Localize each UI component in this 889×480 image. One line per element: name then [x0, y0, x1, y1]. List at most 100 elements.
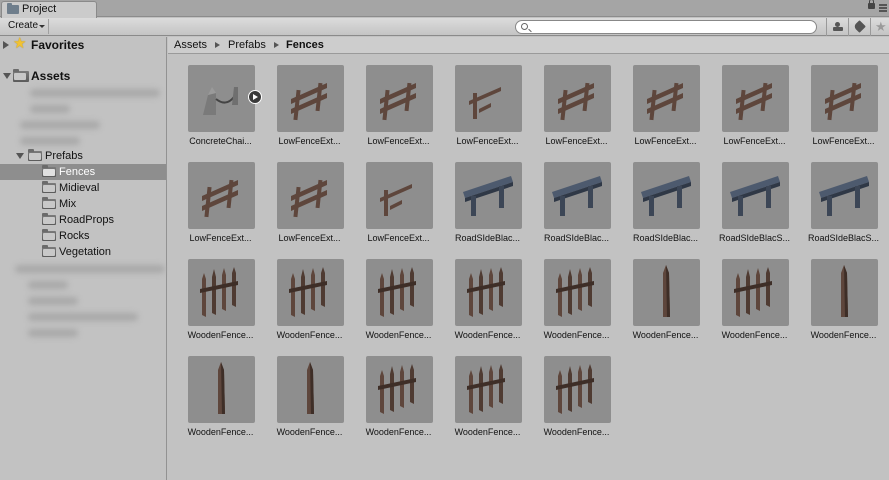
- asset-item[interactable]: LowFenceExt...: [524, 55, 613, 152]
- folder-icon: [42, 245, 56, 257]
- guardrail-icon: [819, 176, 869, 216]
- asset-item[interactable]: RoadSIdeBlac...: [524, 152, 613, 249]
- low-fence-icon: [558, 82, 594, 121]
- folder-icon: [42, 229, 56, 241]
- collapse-arrow-icon[interactable]: [3, 73, 11, 79]
- asset-thumbnail: [633, 162, 700, 229]
- asset-item[interactable]: RoadSIdeBlac...: [613, 152, 702, 249]
- tree-item-prefabs[interactable]: Prefabs: [0, 148, 166, 164]
- menu-icon[interactable]: [879, 4, 887, 12]
- tree-item-rocks[interactable]: Rocks: [0, 228, 166, 244]
- search-input[interactable]: [532, 21, 812, 33]
- obscured-folder: [28, 281, 68, 289]
- asset-item[interactable]: LowFenceExt...: [346, 152, 435, 249]
- tree-item-vegetation[interactable]: Vegetation: [0, 244, 166, 260]
- asset-item[interactable]: LowFenceExt...: [702, 55, 791, 152]
- chevron-down-icon: [39, 25, 45, 28]
- tree-item-roadprops[interactable]: RoadProps: [0, 212, 166, 228]
- breadcrumb-assets[interactable]: Assets: [174, 37, 207, 53]
- breadcrumb-separator-icon: [215, 42, 220, 48]
- asset-item[interactable]: WoodenFence...: [524, 346, 613, 443]
- collapse-arrow-icon[interactable]: [16, 153, 24, 159]
- folder-icon: [42, 213, 56, 225]
- asset-item[interactable]: WoodenFence...: [346, 346, 435, 443]
- asset-thumbnail: [544, 65, 611, 132]
- asset-thumbnail: [188, 162, 255, 229]
- lock-icon[interactable]: [868, 0, 875, 9]
- asset-item[interactable]: WoodenFence...: [435, 346, 524, 443]
- asset-thumbnail: [188, 356, 255, 423]
- asset-item[interactable]: WoodenFence...: [613, 249, 702, 346]
- asset-thumbnail: [366, 259, 433, 326]
- folder-icon: [13, 69, 29, 82]
- asset-grid: ConcreteChai... LowFenceExt... LowFenceExt…: [168, 55, 889, 480]
- search-field[interactable]: [515, 20, 817, 34]
- create-label: Create: [8, 20, 39, 31]
- tree-item-mix[interactable]: Mix: [0, 196, 166, 212]
- project-window: Project Create ★ ★ Favorites Assets Pref…: [0, 0, 889, 480]
- asset-item[interactable]: WoodenFence...: [524, 249, 613, 346]
- tag-icon: [853, 20, 866, 33]
- asset-thumbnail: [455, 162, 522, 229]
- folder-icon: [42, 197, 56, 209]
- create-button[interactable]: Create: [3, 19, 49, 34]
- tab-project[interactable]: Project: [1, 1, 97, 18]
- save-search-button[interactable]: ★: [870, 18, 889, 36]
- asset-item[interactable]: RoadSIdeBlac...: [435, 152, 524, 249]
- asset-item[interactable]: WoodenFence...: [346, 249, 435, 346]
- asset-thumbnail: [811, 65, 878, 132]
- asset-thumbnail: [544, 162, 611, 229]
- asset-item[interactable]: WoodenFence...: [435, 249, 524, 346]
- asset-item[interactable]: LowFenceExt...: [613, 55, 702, 152]
- asset-thumbnail: [188, 65, 255, 132]
- asset-item[interactable]: ConcreteChai...: [168, 55, 262, 152]
- asset-item[interactable]: LowFenceExt...: [435, 55, 524, 152]
- asset-thumbnail: [722, 162, 789, 229]
- breadcrumb-prefabs[interactable]: Prefabs: [228, 37, 266, 53]
- wooden-fence-icon: [556, 364, 594, 414]
- asset-item[interactable]: WoodenFence...: [702, 249, 791, 346]
- asset-item[interactable]: LowFenceExt...: [257, 55, 346, 152]
- wooden-fence-icon: [289, 267, 327, 317]
- low-fence-icon: [291, 82, 327, 121]
- tab-title: Project: [22, 3, 57, 15]
- tree-item-midieval[interactable]: Midieval: [0, 180, 166, 196]
- asset-item[interactable]: RoadSIdeBlacS...: [791, 152, 880, 249]
- asset-thumbnail: [277, 162, 344, 229]
- asset-thumbnail: [544, 356, 611, 423]
- asset-thumbnail: [633, 65, 700, 132]
- tree-item-label: Mix: [59, 198, 77, 210]
- expand-arrow-icon[interactable]: [3, 41, 9, 49]
- asset-thumbnail: [277, 259, 344, 326]
- asset-item[interactable]: WoodenFence...: [168, 249, 257, 346]
- asset-item[interactable]: RoadSIdeBlacS...: [702, 152, 791, 249]
- obscured-folder: [30, 89, 160, 97]
- tree-item-favorites[interactable]: ★ Favorites: [0, 36, 166, 53]
- asset-item[interactable]: LowFenceExt...: [791, 55, 880, 152]
- asset-item[interactable]: WoodenFence...: [257, 249, 346, 346]
- asset-item[interactable]: WoodenFence...: [791, 249, 880, 346]
- guardrail-icon: [552, 176, 602, 216]
- tree-item-label: Rocks: [59, 230, 90, 242]
- tab-strip: Project: [0, 0, 889, 18]
- wooden-post-icon: [218, 362, 225, 414]
- obscured-folder: [28, 329, 78, 337]
- asset-item[interactable]: WoodenFence...: [168, 346, 257, 443]
- asset-item[interactable]: WoodenFence...: [257, 346, 346, 443]
- guardrail-icon: [463, 176, 513, 216]
- search-by-label-button[interactable]: [848, 18, 870, 36]
- asset-item[interactable]: LowFenceExt...: [346, 55, 435, 152]
- asset-thumbnail: [633, 259, 700, 326]
- breadcrumb-fences[interactable]: Fences: [286, 37, 324, 53]
- asset-item[interactable]: LowFenceExt...: [168, 152, 257, 249]
- asset-item[interactable]: LowFenceExt...: [257, 152, 346, 249]
- asset-thumbnail: [455, 356, 522, 423]
- folder-icon: [42, 181, 56, 193]
- tree-item-assets[interactable]: Assets: [0, 68, 166, 84]
- obscured-folder: [20, 137, 80, 145]
- folder-icon: [28, 149, 42, 161]
- search-icon: [521, 23, 528, 30]
- search-by-type-button[interactable]: [826, 18, 848, 36]
- asset-thumbnail: [455, 65, 522, 132]
- tree-item-fences[interactable]: Fences: [0, 164, 166, 180]
